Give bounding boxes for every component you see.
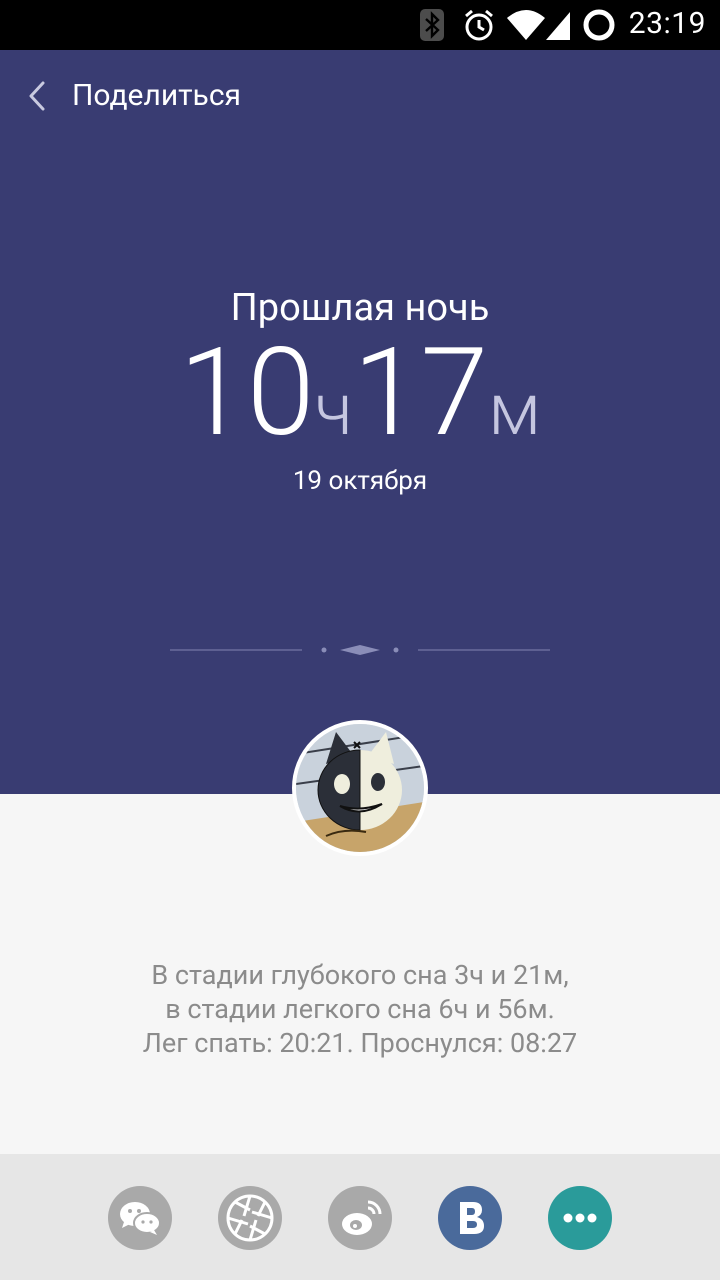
duration-hours-unit: ч (314, 367, 353, 452)
ornament-divider (170, 645, 550, 655)
wifi-icon (507, 10, 545, 40)
share-weibo-button[interactable] (328, 1186, 392, 1250)
alarm-icon (465, 9, 493, 41)
share-vk-button[interactable] (438, 1186, 502, 1250)
share-more-button[interactable] (548, 1186, 612, 1250)
page-title: Поделиться (72, 78, 242, 113)
summary-deep-sleep: В стадии глубокого сна 3ч и 21м, (151, 959, 569, 991)
bluetooth-icon (420, 9, 444, 41)
avatar (292, 720, 428, 856)
duration-minutes-unit: м (488, 367, 541, 452)
chevron-left-icon (29, 81, 45, 111)
vk-icon (460, 1202, 484, 1234)
back-button[interactable] (18, 76, 58, 116)
weibo-icon (342, 1200, 382, 1235)
avatar-image (296, 724, 424, 852)
cell-signal-icon (546, 12, 570, 40)
share-bar (0, 1154, 720, 1280)
sleep-duration: 10ч17м (0, 332, 720, 454)
battery-ring-icon (583, 9, 615, 41)
status-bar: 23:19 (0, 0, 720, 50)
aperture-icon (226, 1194, 274, 1242)
share-aperture-button[interactable] (218, 1186, 282, 1250)
more-icon (563, 1213, 597, 1223)
share-wechat-button[interactable] (108, 1186, 172, 1250)
status-clock: 23:19 (628, 6, 706, 41)
duration-minutes: 17 (352, 321, 489, 464)
sleep-summary: В стадии глубокого сна 3ч и 21м, в стади… (0, 958, 720, 1060)
duration-hours: 10 (179, 321, 315, 464)
sleep-hero: Поделиться Прошлая ночь 10ч17м 19 октябр… (0, 50, 720, 794)
summary-light-sleep: в стадии легкого сна 6ч и 56м. (165, 993, 555, 1025)
sleep-date: 19 октября (292, 466, 428, 496)
wechat-icon (120, 1202, 161, 1235)
summary-bed-wake-times: Лег спать: 20:21. Проснулся: 08:27 (142, 1027, 578, 1059)
